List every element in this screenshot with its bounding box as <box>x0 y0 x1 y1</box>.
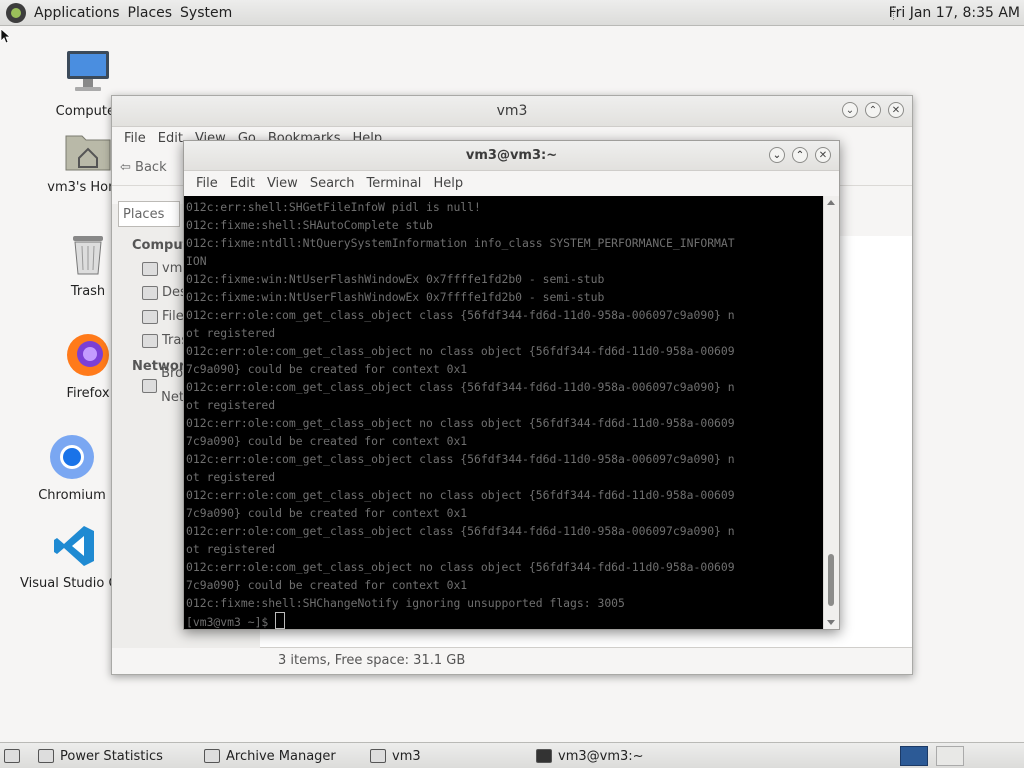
back-button[interactable]: ⇦ Back <box>120 160 167 175</box>
terminal-line: 012c:fixme:shell:SHChangeNotify ignoring… <box>186 596 625 610</box>
terminal-line: 012c:err:ole:com_get_class_object class … <box>186 452 735 466</box>
terminal-icon <box>536 749 552 763</box>
menu-view[interactable]: View <box>261 176 304 191</box>
terminal-line: 7c9a090} could be created for context 0x… <box>186 362 468 376</box>
terminal-line: 012c:err:ole:com_get_class_object class … <box>186 308 735 322</box>
terminal-window[interactable]: vm3@vm3:~ ⌄ ⌃ ✕ File Edit View Search Te… <box>183 140 840 630</box>
terminal-prompt: [vm3@vm3 ~]$ <box>186 615 276 629</box>
maximize-button[interactable]: ⌃ <box>865 102 881 118</box>
archive-manager-icon <box>204 749 220 763</box>
terminal-line: 012c:err:ole:com_get_class_object no cla… <box>186 416 735 430</box>
task-file-manager[interactable]: vm3 <box>370 746 421 766</box>
applications-menu[interactable]: Applications <box>30 5 124 21</box>
terminal-line: 012c:err:ole:com_get_class_object class … <box>186 380 735 394</box>
terminal-menubar: File Edit View Search Terminal Help <box>184 171 839 196</box>
scroll-down-arrow-icon[interactable] <box>827 620 835 625</box>
terminal-line: 012c:fixme:win:NtUserFlashWindowEx 0x7ff… <box>186 272 605 286</box>
panel-menus: Applications Places System <box>0 2 236 23</box>
network-icon <box>142 379 158 393</box>
menu-help[interactable]: Help <box>427 176 469 191</box>
terminal-line: ot registered <box>186 398 276 412</box>
terminal-scrollbar[interactable] <box>823 196 839 629</box>
vscode-icon <box>54 526 94 566</box>
home-folder-icon <box>65 135 111 171</box>
minimize-button[interactable]: ⌄ <box>769 147 785 163</box>
task-archive-manager[interactable]: Archive Manager <box>204 746 336 766</box>
terminal-output[interactable]: 012c:err:shell:SHGetFileInfoW pidl is nu… <box>184 196 824 629</box>
folder-icon <box>370 749 386 763</box>
power-statistics-icon <box>38 749 54 763</box>
home-icon <box>142 262 158 276</box>
workspace-switcher-2[interactable] <box>936 746 964 766</box>
chromium-icon <box>50 435 94 479</box>
task-label: Power Statistics <box>60 748 163 764</box>
scroll-up-arrow-icon[interactable] <box>827 200 835 205</box>
terminal-line: 012c:err:ole:com_get_class_object no cla… <box>186 560 735 574</box>
window-title: vm3@vm3:~ <box>465 148 558 163</box>
terminal-line: 012c:err:shell:SHGetFileInfoW pidl is nu… <box>186 200 481 214</box>
top-panel: Applications Places System Fri Jan 17, 8… <box>0 0 1024 26</box>
drive-icon <box>142 310 158 324</box>
show-desktop-icon <box>4 749 20 763</box>
menu-terminal[interactable]: Terminal <box>360 176 427 191</box>
back-label: Back <box>135 159 167 175</box>
minimize-button[interactable]: ⌄ <box>842 102 858 118</box>
menu-edit[interactable]: Edit <box>224 176 261 191</box>
computer-icon <box>67 51 109 91</box>
system-menu[interactable]: System <box>176 5 236 21</box>
close-button[interactable]: ✕ <box>815 147 831 163</box>
menu-file[interactable]: File <box>190 176 224 191</box>
scrollbar-thumb[interactable] <box>828 554 834 606</box>
close-button[interactable]: ✕ <box>888 102 904 118</box>
show-desktop-button[interactable] <box>4 746 20 766</box>
trash-icon <box>142 334 158 348</box>
window-title: vm3 <box>496 103 528 119</box>
trash-icon <box>73 236 103 275</box>
terminal-lines: 012c:err:shell:SHGetFileInfoW pidl is nu… <box>186 198 824 612</box>
mouse-pointer-icon <box>0 28 10 44</box>
file-manager-titlebar[interactable]: vm3 ⌄ ⌃ ✕ <box>112 96 912 127</box>
back-arrow-icon: ⇦ <box>120 159 131 175</box>
terminal-cursor <box>275 612 286 629</box>
menu-file[interactable]: File <box>118 131 152 146</box>
terminal-titlebar[interactable]: vm3@vm3:~ ⌄ ⌃ ✕ <box>184 141 839 171</box>
terminal-line: 012c:fixme:ntdll:NtQuerySystemInformatio… <box>186 236 735 250</box>
file-manager-statusbar: 3 items, Free space: 31.1 GB <box>260 647 912 674</box>
sidebar-places-selector[interactable]: Places <box>118 201 180 227</box>
terminal-prompt-line[interactable]: [vm3@vm3 ~]$ <box>186 612 824 629</box>
terminal-line: 7c9a090} could be created for context 0x… <box>186 506 468 520</box>
terminal-line: 7c9a090} could be created for context 0x… <box>186 578 468 592</box>
task-label: vm3 <box>392 748 421 764</box>
clock[interactable]: Fri Jan 17, 8:35 AM <box>889 5 1020 21</box>
terminal-line: ot registered <box>186 470 276 484</box>
desktop-icon <box>142 286 158 300</box>
workspace-switcher-1[interactable] <box>900 746 928 766</box>
terminal-line: 012c:fixme:win:NtUserFlashWindowEx 0x7ff… <box>186 290 605 304</box>
maximize-button[interactable]: ⌃ <box>792 147 808 163</box>
task-terminal[interactable]: vm3@vm3:~ <box>536 746 644 766</box>
terminal-line: 012c:fixme:shell:SHAutoComplete stub <box>186 218 433 232</box>
terminal-line: ION <box>186 254 207 268</box>
task-label: vm3@vm3:~ <box>558 748 644 764</box>
terminal-line: 7c9a090} could be created for context 0x… <box>186 434 468 448</box>
task-label: Archive Manager <box>226 748 336 764</box>
distro-logo-icon[interactable] <box>6 2 26 23</box>
places-menu[interactable]: Places <box>124 5 177 21</box>
terminal-line: ot registered <box>186 326 276 340</box>
menu-search[interactable]: Search <box>304 176 361 191</box>
terminal-line: 012c:err:ole:com_get_class_object no cla… <box>186 488 735 502</box>
firefox-icon <box>67 334 109 376</box>
task-power-statistics[interactable]: Power Statistics <box>38 746 163 766</box>
terminal-line: ot registered <box>186 542 276 556</box>
bottom-panel: Power Statistics Archive Manager vm3 vm3… <box>0 742 1024 768</box>
terminal-line: 012c:err:ole:com_get_class_object class … <box>186 524 735 538</box>
terminal-line: 012c:err:ole:com_get_class_object no cla… <box>186 344 735 358</box>
